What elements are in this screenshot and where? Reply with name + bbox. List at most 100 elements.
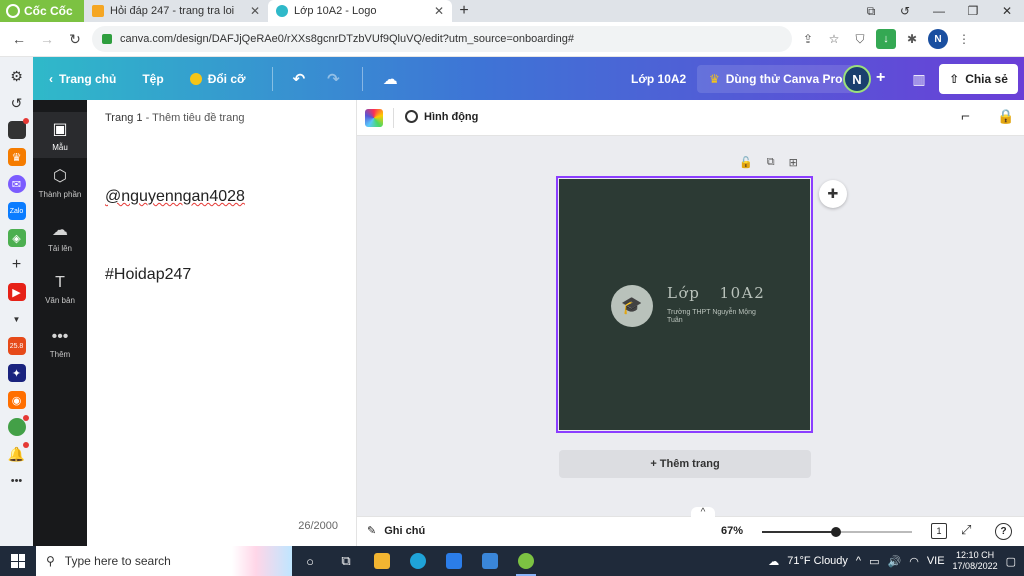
- minimize-icon[interactable]: —: [922, 4, 956, 18]
- messenger-icon[interactable]: ✉: [7, 175, 26, 193]
- coccoc-taskbar-icon[interactable]: [508, 546, 544, 576]
- duplicate-page-icon[interactable]: ⧉: [767, 156, 775, 169]
- graduation-cap-icon[interactable]: 🎓: [611, 285, 653, 327]
- url-field[interactable]: canva.com/design/DAFJjQeRAe0/rXXs8gcnrDT…: [92, 26, 792, 52]
- crown-icon[interactable]: ♛: [7, 148, 26, 166]
- action-center-icon[interactable]: ▢: [1006, 555, 1016, 568]
- insights-chart-icon[interactable]: ▥: [905, 65, 933, 93]
- input-language[interactable]: VIE: [927, 555, 945, 567]
- game-app-icon[interactable]: ✦: [7, 364, 26, 382]
- nav-templates[interactable]: ▣ Mẫu: [33, 112, 87, 158]
- home-button[interactable]: ‹ Trang chủ: [49, 72, 116, 86]
- youtube-icon[interactable]: ▶: [7, 283, 26, 301]
- copy-style-paint-roller-icon[interactable]: ⌐: [961, 108, 970, 125]
- nav-elements[interactable]: ⬡ Thành phần: [33, 166, 87, 199]
- fullscreen-icon[interactable]: ⤢: [961, 522, 971, 538]
- background-color-swatch[interactable]: [365, 109, 383, 127]
- nav-more[interactable]: ••• Thêm: [33, 328, 87, 359]
- page-title[interactable]: Trang 1 - Thêm tiêu đề trang: [105, 112, 244, 124]
- redo-icon[interactable]: ↷: [327, 70, 340, 88]
- animate-button[interactable]: Hình động: [405, 110, 478, 123]
- lock-page-icon[interactable]: 🔓: [739, 156, 753, 169]
- weather-text[interactable]: 71°F Cloudy: [787, 555, 848, 567]
- back-arrow-icon[interactable]: ←: [8, 28, 30, 50]
- mail-icon[interactable]: [472, 546, 508, 576]
- game-icon[interactable]: ◈: [7, 229, 26, 247]
- restore-icon[interactable]: ❐: [956, 4, 990, 18]
- browser-tab-strip: Cốc Cốc Hỏi đáp 247 - trang tra loi ✕ Lớ…: [0, 0, 1024, 22]
- resize-button[interactable]: Đổi cỡ: [189, 72, 246, 86]
- cortana-icon[interactable]: ○: [292, 546, 328, 576]
- help-button[interactable]: ?: [995, 523, 1012, 540]
- user-avatar[interactable]: N: [843, 65, 871, 93]
- notes-button[interactable]: ✎ Ghi chú: [367, 524, 425, 538]
- volume-icon[interactable]: 🔊: [888, 555, 902, 568]
- nav-text[interactable]: T Văn bản: [33, 274, 87, 305]
- tab-hoidap[interactable]: Hỏi đáp 247 - trang tra loi ✕: [84, 0, 268, 22]
- page-count-button[interactable]: 1: [931, 523, 947, 539]
- zoom-slider[interactable]: [762, 527, 912, 537]
- browser-menu-icon[interactable]: ⋮: [954, 29, 974, 49]
- task-view-icon[interactable]: ⧉: [328, 546, 364, 576]
- close-window-icon[interactable]: ✕: [990, 4, 1024, 18]
- file-menu-button[interactable]: Tệp: [142, 72, 163, 86]
- zoom-level[interactable]: 67%: [721, 525, 743, 537]
- coccoc-menu-button[interactable]: Cốc Cốc: [0, 0, 84, 22]
- notification-bell-icon[interactable]: 🔔: [8, 442, 29, 463]
- shopping-sale-icon[interactable]: 25.8: [7, 337, 26, 355]
- address-bar: ← → ↻ canva.com/design/DAFJjQeRAe0/rXXs8…: [0, 22, 1024, 57]
- settings-gear-icon[interactable]: ⚙: [8, 67, 26, 85]
- extensions-puzzle-icon[interactable]: ✱: [902, 29, 922, 49]
- taskbar-clock[interactable]: 12:10 CH 17/08/2022: [953, 550, 998, 572]
- tab-canva[interactable]: Lớp 10A2 - Logo ✕: [268, 0, 452, 22]
- nav-uploads[interactable]: ☁ Tải lên: [33, 220, 87, 253]
- chevron-down-icon[interactable]: ▼: [8, 310, 26, 328]
- logo-title-text[interactable]: Lớp 10A2: [667, 284, 765, 302]
- store-icon[interactable]: [436, 546, 472, 576]
- add-page-button[interactable]: + Thêm trang: [559, 450, 811, 478]
- zoom-slider-handle[interactable]: [830, 527, 841, 537]
- back-history-icon[interactable]: ↺: [888, 4, 922, 18]
- add-app-icon[interactable]: +: [8, 256, 26, 274]
- share-page-icon[interactable]: ⇪: [798, 29, 818, 49]
- design-page[interactable]: 🎓 Lớp 10A2 Trường THPT Nguyễn Mộng Tuân: [556, 176, 813, 433]
- start-button[interactable]: [0, 554, 36, 568]
- add-page-icon[interactable]: ⊞: [789, 156, 798, 169]
- window-controls: ⧉ ↺ — ❐ ✕: [854, 0, 1024, 22]
- zalo-icon[interactable]: Zalo: [7, 202, 26, 220]
- logo-background[interactable]: 🎓 Lớp 10A2 Trường THPT Nguyễn Mộng Tuân: [559, 179, 810, 430]
- shield-icon[interactable]: ⛉: [850, 29, 870, 49]
- map-pin-icon[interactable]: [7, 415, 29, 436]
- network-icon[interactable]: ◠: [909, 555, 919, 568]
- logo-subtitle-text[interactable]: Trường THPT Nguyễn Mộng Tuân: [667, 309, 767, 325]
- invite-plus-icon[interactable]: +: [876, 69, 885, 87]
- reload-icon[interactable]: ↻: [64, 28, 86, 50]
- pin-icon[interactable]: ⧉: [854, 4, 888, 19]
- download-icon[interactable]: ↓: [876, 29, 896, 49]
- search-icon: ⚲: [46, 554, 55, 568]
- battery-icon[interactable]: ▭: [869, 555, 879, 568]
- try-pro-button[interactable]: ♛ Dùng thử Canva Pro: [697, 65, 855, 93]
- tray-chevron-icon[interactable]: ^: [856, 555, 861, 567]
- notes-textarea[interactable]: @nguyenngan4028 #Hoidap247: [105, 158, 245, 288]
- lock-icon[interactable]: 🔒: [997, 108, 1014, 125]
- more-dots-icon[interactable]: •••: [8, 472, 26, 490]
- taskbar-search[interactable]: ⚲ Type here to search: [36, 546, 292, 576]
- history-icon[interactable]: ↺: [8, 94, 26, 112]
- chevron-up-icon[interactable]: ^: [691, 507, 715, 519]
- comment-add-icon[interactable]: ✚: [819, 180, 847, 208]
- document-title[interactable]: Lớp 10A2: [631, 72, 686, 86]
- close-tab-icon[interactable]: ✕: [434, 4, 444, 18]
- forward-arrow-icon[interactable]: →: [36, 28, 58, 50]
- cloud-save-icon[interactable]: ☁: [383, 70, 398, 88]
- new-tab-button[interactable]: +: [452, 0, 476, 22]
- bookmark-star-icon[interactable]: ☆: [824, 29, 844, 49]
- undo-icon[interactable]: ↶: [293, 70, 306, 88]
- notes-icon[interactable]: [7, 118, 29, 139]
- share-button[interactable]: ⇧ Chia sẻ: [939, 64, 1018, 94]
- edge-icon[interactable]: [400, 546, 436, 576]
- browser-profile-avatar[interactable]: N: [928, 29, 948, 49]
- shopee-icon[interactable]: ◉: [7, 391, 26, 409]
- close-tab-icon[interactable]: ✕: [250, 4, 260, 18]
- file-explorer-icon[interactable]: [364, 546, 400, 576]
